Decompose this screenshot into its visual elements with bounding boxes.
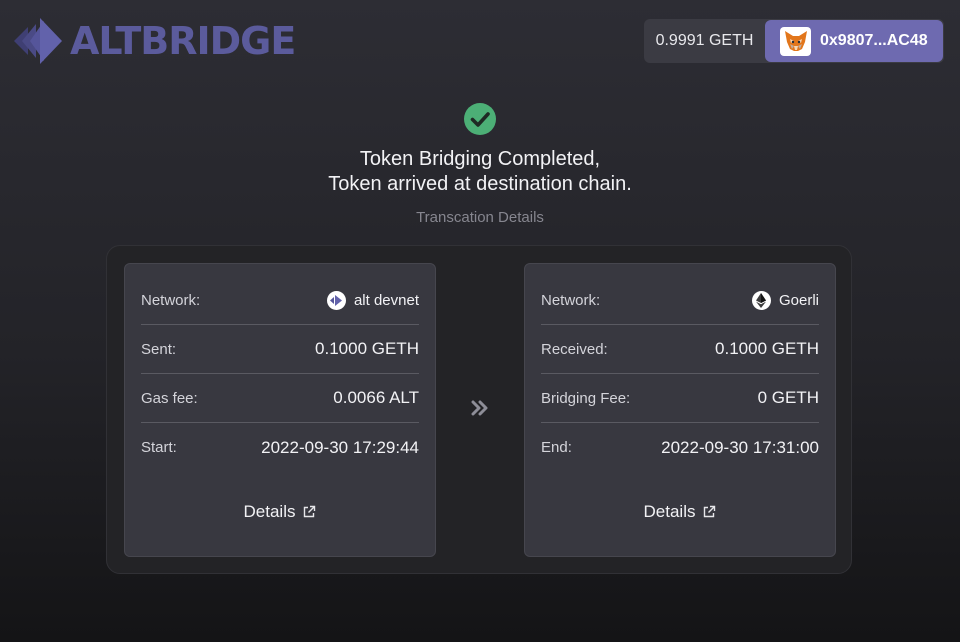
- received-row: Received: 0.1000 GETH: [541, 325, 819, 374]
- details-label: Details: [243, 502, 296, 521]
- transaction-details-panel: Network: alt devnet Sent: 0.1000 GETH Ga…: [106, 245, 852, 574]
- check-circle-icon: [464, 103, 496, 135]
- destination-network: Goerli: [751, 290, 819, 310]
- sent-row: Sent: 0.1000 GETH: [141, 325, 419, 374]
- start-time: 2022-09-30 17:29:44: [261, 437, 419, 457]
- start-row: Start: 2022-09-30 17:29:44: [141, 423, 419, 472]
- network-label: Network:: [541, 291, 601, 309]
- gas-fee-value: 0.0066 ALT: [333, 388, 419, 407]
- destination-network-name: Goerli: [778, 291, 819, 309]
- wallet-widget: 0.9991 GETH 0x9807...AC48: [644, 19, 944, 63]
- altbridge-logo-icon: [14, 18, 62, 64]
- bridge-status: Token Bridging Completed, Token arrived …: [0, 102, 960, 226]
- destination-card: Network: Goerli Received: 0.1000 GETH Br…: [524, 263, 836, 557]
- source-details-link[interactable]: Details: [125, 502, 435, 522]
- external-link-icon: [304, 505, 316, 518]
- gas-fee-label: Gas fee:: [141, 389, 198, 407]
- wallet-balance: 0.9991 GETH: [655, 32, 754, 49]
- gas-fee-row: Gas fee: 0.0066 ALT: [141, 374, 419, 423]
- source-network-row: Network: alt devnet: [141, 276, 419, 325]
- start-label: Start:: [141, 439, 177, 456]
- bridging-fee-row: Bridging Fee: 0 GETH: [541, 374, 819, 423]
- source-network: alt devnet: [326, 290, 419, 310]
- status-headline: Token Bridging Completed, Token arrived …: [0, 147, 960, 197]
- brand-name: ALTBRIDGE: [70, 19, 296, 63]
- source-card: Network: alt devnet Sent: 0.1000 GETH Ga…: [124, 263, 436, 557]
- section-title: Transcation Details: [416, 209, 544, 226]
- details-label: Details: [643, 502, 696, 521]
- destination-details-link[interactable]: Details: [525, 502, 835, 522]
- sent-label: Sent:: [141, 340, 177, 358]
- network-label: Network:: [141, 291, 201, 309]
- bridging-fee-label: Bridging Fee:: [541, 389, 631, 407]
- wallet-address: 0x9807...AC48: [820, 32, 928, 49]
- alt-devnet-icon: [326, 290, 346, 310]
- bridging-fee-value: 0 GETH: [757, 388, 819, 407]
- status-line-1: Token Bridging Completed,: [359, 148, 601, 170]
- metamask-fox-icon: [780, 26, 811, 56]
- altbridge-logo[interactable]: ALTBRIDGE: [14, 18, 296, 64]
- status-line-2: Token arrived at destination chain.: [328, 173, 632, 195]
- destination-network-row: Network: Goerli: [541, 276, 819, 325]
- end-time: 2022-09-30 17:31:00: [661, 437, 819, 457]
- received-label: Received:: [541, 340, 608, 358]
- account-button[interactable]: 0x9807...AC48: [765, 20, 943, 62]
- ethereum-icon: [751, 290, 771, 310]
- received-amount: 0.1000 GETH: [715, 339, 819, 358]
- external-link-icon: [704, 505, 716, 518]
- sent-amount: 0.1000 GETH: [315, 339, 419, 358]
- double-chevron-right-icon: [470, 396, 490, 420]
- source-network-name: alt devnet: [353, 291, 419, 309]
- end-label: End:: [541, 439, 572, 456]
- end-row: End: 2022-09-30 17:31:00: [541, 423, 819, 472]
